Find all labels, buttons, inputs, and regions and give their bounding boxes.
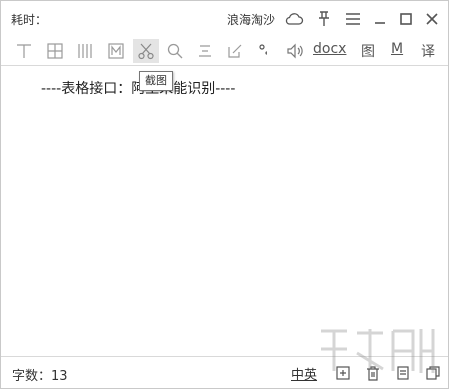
title-bar: 耗时： 浪海淘沙 [1, 1, 448, 35]
image-button[interactable]: 图 [361, 41, 375, 61]
screenshot-scissors-icon[interactable] [133, 39, 159, 63]
translate-button[interactable]: 译 [421, 41, 435, 61]
degree-icon[interactable] [253, 39, 277, 63]
columns-icon[interactable] [73, 39, 97, 63]
word-count: 字数：13 [12, 369, 68, 384]
toolbar: docx 图 M 译 [1, 37, 448, 66]
elapsed-time-label: 耗时： [11, 13, 48, 27]
cloud-icon[interactable] [284, 9, 304, 29]
screenshot-tooltip: 截图 [139, 71, 173, 91]
text-area[interactable]: ----表格接口：阿里未能识别---- [1, 66, 448, 354]
text-format-icon[interactable] [12, 39, 36, 63]
m-button[interactable]: M [391, 41, 403, 57]
pin-icon[interactable] [314, 9, 334, 29]
watermark-logo [313, 319, 443, 388]
app-window: 耗时： 浪海淘沙 docx 图 M 译 截图 字数：13 中英 [0, 0, 449, 389]
edit-icon[interactable] [223, 39, 247, 63]
menu-icon[interactable] [343, 9, 363, 29]
close-icon[interactable] [422, 9, 442, 29]
export-docx-link[interactable]: docx [313, 41, 346, 57]
username[interactable]: 浪海淘沙 [227, 11, 275, 28]
search-icon[interactable] [163, 39, 187, 63]
minimize-icon[interactable] [370, 9, 390, 29]
m-box-icon[interactable] [104, 39, 128, 63]
table-icon[interactable] [43, 39, 67, 63]
speaker-icon[interactable] [283, 39, 307, 63]
maximize-icon[interactable] [396, 9, 416, 29]
align-lines-icon[interactable] [193, 39, 217, 63]
